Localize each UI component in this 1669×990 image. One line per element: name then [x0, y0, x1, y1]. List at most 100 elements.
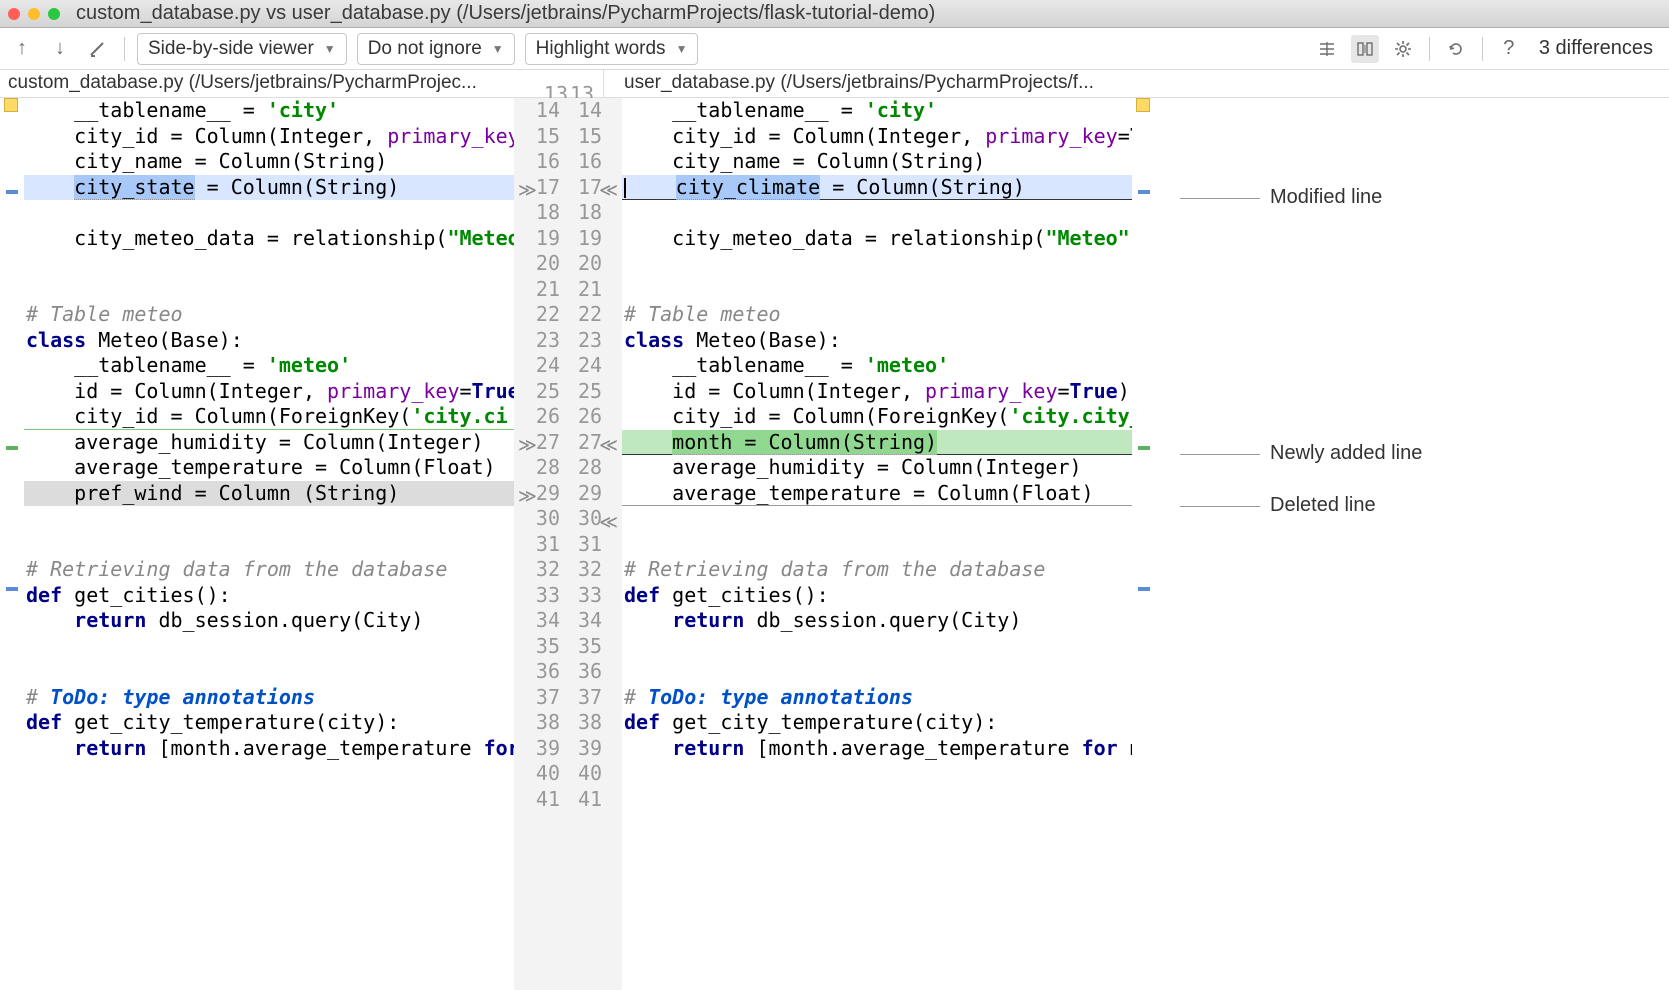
line-number: 26: [514, 404, 560, 430]
file-headers: custom_database.py (/Users/jetbrains/Pyc…: [0, 70, 1669, 98]
diff-area: class City(Base): __tablename__ = 'city'…: [0, 98, 1669, 990]
settings-icon[interactable]: [1389, 35, 1417, 63]
line-number: 35: [576, 634, 622, 660]
string: 'meteo': [267, 353, 351, 377]
modified-stripe[interactable]: [6, 587, 18, 591]
modified-stripe[interactable]: [1138, 587, 1150, 591]
collapse-unchanged-icon[interactable]: [1313, 35, 1341, 63]
apply-left-icon[interactable]: ≪: [599, 178, 618, 204]
string: 'city.city_: [1009, 404, 1132, 428]
callout-added: Newly added line: [1270, 442, 1422, 465]
refresh-icon[interactable]: [1442, 35, 1470, 63]
argument: primary_key: [387, 124, 514, 148]
modified-stripe[interactable]: [6, 190, 18, 194]
added-stripe[interactable]: [6, 446, 18, 450]
line-number: 16: [576, 149, 622, 175]
callout-line: [1180, 454, 1260, 455]
keyword: def: [624, 583, 660, 607]
callout-modified: Modified line: [1270, 186, 1382, 209]
line-number: 28: [576, 455, 622, 481]
close-icon[interactable]: [8, 8, 20, 20]
string: "Meteo": [1045, 226, 1129, 250]
line-number: 35: [514, 634, 560, 660]
apply-right-icon[interactable]: ≫: [518, 484, 537, 510]
line-number: 20: [576, 251, 622, 277]
code-pane-right[interactable]: class City(Base): __tablename__ = 'city'…: [622, 98, 1132, 990]
line-number: 14: [576, 98, 622, 124]
highlight-mode-combo[interactable]: Highlight words ▼: [525, 33, 699, 65]
line-number: 22: [514, 302, 560, 328]
code-text: db_session.query(City): [744, 608, 1021, 632]
keyword: return: [26, 736, 146, 760]
modified-word: city_climate: [676, 175, 821, 200]
code-text: city_name = Column(String): [622, 149, 1132, 175]
gutter-left: 13 1415161718192021222324252627282930313…: [514, 98, 568, 990]
next-diff-icon[interactable]: ↓: [46, 35, 74, 63]
comment: # Retrieving data from the database: [622, 557, 1132, 583]
code-text: [628, 175, 676, 199]
keyword: return: [624, 608, 744, 632]
viewer-mode-label: Side-by-side viewer: [148, 38, 314, 60]
text-cursor: [624, 178, 626, 198]
code-text: city_id = Column(Integer,: [26, 124, 387, 148]
callout-deleted: Deleted line: [1270, 494, 1376, 517]
string: 'city.ci: [411, 404, 507, 428]
modified-word: city_state: [74, 175, 194, 200]
titlebar: custom_database.py vs user_database.py (…: [0, 0, 1669, 28]
code-text: city_id = Column(ForeignKey(: [624, 404, 1009, 428]
line-number: 15: [514, 124, 560, 150]
viewer-mode-combo[interactable]: Side-by-side viewer ▼: [137, 33, 347, 65]
sync-scroll-icon[interactable]: [1351, 35, 1379, 63]
chevron-down-icon: ▼: [676, 42, 688, 56]
diff-count-label: 3 differences: [1539, 37, 1653, 60]
marker-column-left: [0, 98, 24, 990]
string: 'city': [865, 98, 937, 122]
line-number: 19: [576, 226, 622, 252]
argument: primary_key: [985, 124, 1117, 148]
callout-line: [1180, 198, 1260, 199]
code-text: [24, 506, 514, 532]
help-icon[interactable]: ?: [1495, 35, 1523, 63]
edit-icon[interactable]: [84, 35, 112, 63]
added-word: month = Column(String): [672, 430, 937, 455]
code-text: [24, 200, 514, 226]
code-text: [622, 659, 1132, 685]
prev-diff-icon[interactable]: ↑: [8, 35, 36, 63]
apply-right-icon[interactable]: ≫: [518, 178, 537, 204]
apply-left-icon[interactable]: ≪: [599, 510, 618, 536]
code-pane-left[interactable]: class City(Base): __tablename__ = 'city'…: [24, 98, 514, 990]
line-number: 24: [576, 353, 622, 379]
apply-right-icon[interactable]: ≫: [518, 433, 537, 459]
line-number: 40: [514, 761, 560, 787]
code-text: city_name = Column(String): [26, 149, 387, 173]
keyword: def: [26, 710, 62, 734]
callout-line: [1180, 506, 1260, 507]
minimize-icon[interactable]: [28, 8, 40, 20]
line-number: 22: [576, 302, 622, 328]
code-text: [24, 659, 514, 685]
code-text: [26, 175, 74, 199]
code-text: [26, 481, 74, 505]
modified-stripe[interactable]: [1138, 190, 1150, 194]
line-number: 25: [576, 379, 622, 405]
added-stripe[interactable]: [1138, 446, 1150, 450]
whitespace-mode-combo[interactable]: Do not ignore ▼: [357, 33, 515, 65]
line-number: 19: [514, 226, 560, 252]
code-text: city_meteo_data = relationship(: [26, 226, 447, 250]
line-number: 33: [514, 583, 560, 609]
deleted-word: pref_wind = Column (String): [74, 481, 399, 505]
apply-left-icon[interactable]: ≪: [599, 433, 618, 459]
line-number: 18: [514, 200, 560, 226]
code-text: [622, 200, 1132, 226]
file-header-right: user_database.py (/Users/jetbrains/Pycha…: [604, 70, 1669, 97]
code-text: = Column(String): [820, 175, 1025, 199]
warning-marker[interactable]: [4, 98, 18, 112]
line-number: 38: [514, 710, 560, 736]
line-number: 21: [576, 277, 622, 303]
code-text: Meteo(Base):: [86, 328, 243, 352]
line-number: 28: [514, 455, 560, 481]
maximize-icon[interactable]: [48, 8, 60, 20]
line-number: 29: [576, 481, 622, 507]
warning-marker[interactable]: [1136, 98, 1150, 112]
line-number: 36: [514, 659, 560, 685]
